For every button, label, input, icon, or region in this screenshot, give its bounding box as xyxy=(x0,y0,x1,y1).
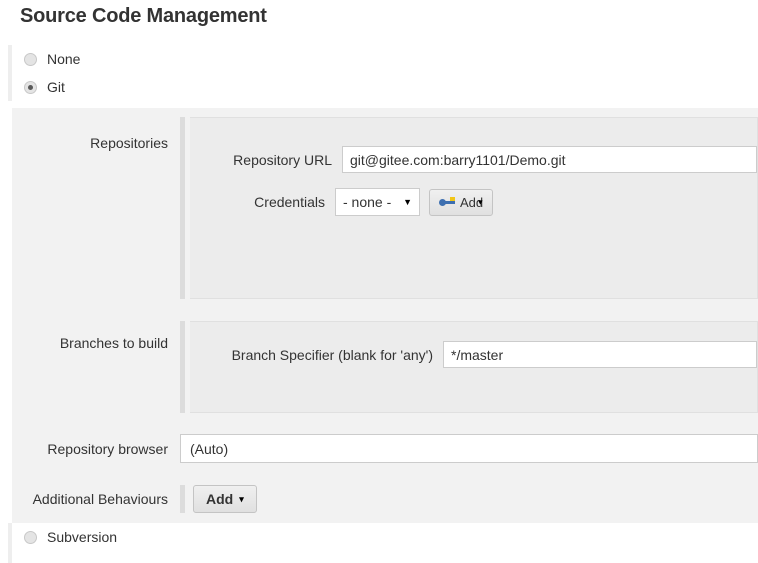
add-behaviour-button[interactable]: Add ▾ xyxy=(193,485,257,513)
branches-nested-block: Branch Specifier (blank for 'any') */mas… xyxy=(180,321,758,413)
repository-browser-label: Repository browser xyxy=(12,441,180,457)
git-config-panel: Repositories Repository URL git@gitee.co… xyxy=(12,108,758,523)
scm-option-git-label: Git xyxy=(47,79,65,95)
radio-subversion-icon[interactable] xyxy=(24,531,37,544)
repositories-nested-block: Repository URL git@gitee.com:barry1101/D… xyxy=(180,117,758,299)
branch-entry: Branch Specifier (blank for 'any') */mas… xyxy=(190,321,758,413)
repositories-row: Repositories Repository URL git@gitee.co… xyxy=(12,117,758,299)
branches-to-build-row: Branches to build Branch Specifier (blan… xyxy=(12,321,758,413)
scm-option-subversion-label: Subversion xyxy=(47,529,117,545)
additional-behaviours-label: Additional Behaviours xyxy=(12,491,180,507)
scm-option-subversion[interactable]: Subversion xyxy=(12,523,758,551)
radio-none-icon[interactable] xyxy=(24,53,37,66)
branch-specifier-row: Branch Specifier (blank for 'any') */mas… xyxy=(190,341,757,368)
chevron-down-icon: ▼ xyxy=(403,198,412,207)
page-title: Source Code Management xyxy=(20,5,267,28)
scm-radio-group-bottom: Subversion xyxy=(8,523,758,563)
radio-git-icon[interactable] xyxy=(24,81,37,94)
repository-browser-select[interactable]: (Auto) xyxy=(180,434,758,463)
key-icon xyxy=(439,197,456,208)
branch-specifier-label: Branch Specifier (blank for 'any') xyxy=(190,347,443,363)
repository-browser-value: (Auto) xyxy=(190,441,228,457)
credentials-label: Credentials xyxy=(190,194,335,210)
branches-to-build-label: Branches to build xyxy=(12,321,180,351)
accent-bar xyxy=(180,485,185,513)
credentials-row: Credentials - none - ▼ Add xyxy=(190,188,757,216)
repository-browser-row: Repository browser (Auto) xyxy=(12,434,758,463)
scm-radio-group: None Git xyxy=(8,45,758,101)
scm-option-git[interactable]: Git xyxy=(12,73,758,101)
chevron-down-icon: ▾ xyxy=(478,198,483,207)
repository-url-input[interactable]: git@gitee.com:barry1101/Demo.git xyxy=(342,146,757,173)
scm-option-none-label: None xyxy=(47,51,80,67)
repository-url-label: Repository URL xyxy=(190,152,342,168)
repositories-label: Repositories xyxy=(12,117,180,151)
credentials-select[interactable]: - none - ▼ xyxy=(335,188,420,216)
additional-behaviours-row: Additional Behaviours Add ▾ xyxy=(12,485,758,513)
scm-option-none[interactable]: None xyxy=(12,45,758,73)
chevron-down-icon: ▾ xyxy=(239,495,244,504)
add-credentials-button[interactable]: Add ▾ xyxy=(429,189,493,216)
add-behaviour-label: Add xyxy=(206,491,233,507)
credentials-select-value: - none - xyxy=(343,194,391,210)
additional-behaviours-controls: Add ▾ xyxy=(180,485,257,513)
branch-specifier-input[interactable]: */master xyxy=(443,341,757,368)
scm-configuration-page: Source Code Management None Git Reposito… xyxy=(0,0,758,563)
repository-url-row: Repository URL git@gitee.com:barry1101/D… xyxy=(190,146,757,173)
repository-entry: Repository URL git@gitee.com:barry1101/D… xyxy=(190,117,758,299)
